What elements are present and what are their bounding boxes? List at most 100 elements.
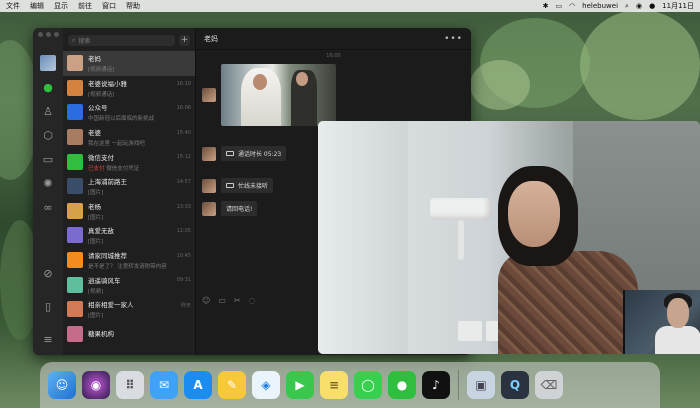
menu-go[interactable]: 前往 <box>78 1 92 11</box>
conversation-text: 老杨 [图片] <box>88 201 172 221</box>
shared-photo[interactable] <box>221 64 336 126</box>
conversation-item[interactable]: 公众号 中国新冠以后面临的新挑战 16:06 <box>63 100 195 125</box>
safari-icon[interactable]: ◈ <box>252 371 280 399</box>
conversation-preview: [图片] <box>88 188 172 196</box>
chat-title: 老妈 <box>204 34 218 43</box>
more-icon[interactable]: ••• <box>444 34 463 44</box>
my-avatar[interactable] <box>40 55 56 71</box>
menu-icon[interactable]: ≡ <box>41 333 55 347</box>
conversation-preview: [视频] <box>88 287 172 295</box>
menubar-date[interactable]: 11月11日 <box>662 1 694 11</box>
wifi-icon[interactable]: ◠ <box>569 2 575 10</box>
siri-icon[interactable]: ● <box>649 2 655 10</box>
bluetooth-icon[interactable]: ✱ <box>543 2 549 10</box>
preview-text: [图片] <box>88 239 104 246</box>
menu-view[interactable]: 显示 <box>54 1 68 11</box>
messages-icon[interactable]: ◯ <box>354 371 382 399</box>
search-input[interactable]: ⌕ 搜索 <box>68 35 175 46</box>
box-icon[interactable]: ⬡ <box>41 129 55 143</box>
notes-icon[interactable]: ≡ <box>320 371 348 399</box>
app-store-icon[interactable]: A <box>184 371 212 399</box>
preview-icon[interactable]: ▣ <box>467 371 495 399</box>
mail-icon[interactable]: ✉ <box>150 371 178 399</box>
minimize-button[interactable] <box>45 32 51 37</box>
battery-icon[interactable]: ▭ <box>555 2 562 10</box>
input-toolbar: ☺ ▭ ✂ ◌ <box>202 296 256 305</box>
menu-help[interactable]: 帮助 <box>126 1 140 11</box>
search-icon[interactable]: ⌕ <box>625 2 629 11</box>
conversation-avatar <box>67 202 83 219</box>
mini-program-icon[interactable]: ⊘ <box>41 267 55 281</box>
file-icon[interactable]: ▭ <box>218 296 226 305</box>
text-bubble[interactable]: 请回电话! <box>221 201 258 216</box>
pen-icon[interactable]: ✎ <box>218 371 246 399</box>
trash-icon[interactable]: ⌫ <box>535 371 563 399</box>
tiktok-icon[interactable]: ♪ <box>422 371 450 399</box>
preview-text: [视频通话] <box>88 91 115 98</box>
conversation-item[interactable]: 上海浦前路王 [图片] 14:57 <box>63 174 195 199</box>
conversation-item[interactable]: 真爱无敌 [图片] 12:05 <box>63 223 195 248</box>
siri-icon[interactable]: ◉ <box>82 371 110 399</box>
conversation-item[interactable]: 老妈 [视频通话] <box>63 51 195 76</box>
conversation-text: 老妈 [视频通话] <box>88 53 186 73</box>
conversation-time: 15:40 <box>176 129 191 136</box>
conversation-name: 微信支付 <box>88 153 114 162</box>
preview-text: 是不是了？ 注意转发请附带内容 <box>88 264 167 271</box>
hair-dryer <box>430 198 492 220</box>
conversation-avatar <box>67 79 83 96</box>
chat-icon[interactable]: ● <box>41 81 55 95</box>
dryer-cord <box>458 220 464 260</box>
add-button[interactable]: + <box>179 35 190 46</box>
folder-icon[interactable]: ▭ <box>41 153 55 167</box>
self-view-video[interactable] <box>623 290 700 354</box>
facetime-icon[interactable]: ▶ <box>286 371 314 399</box>
zoom-button[interactable] <box>53 32 59 37</box>
conversation-time: 16:10 <box>176 80 191 87</box>
conversation-item[interactable]: 相亲相爱一家人 [图片] 昨天 <box>63 297 195 322</box>
scissors-icon[interactable]: ✂ <box>234 296 241 305</box>
video-call-icon <box>226 151 234 156</box>
conversation-item[interactable]: 老婆说福小雅 [视频通话] 16:10 <box>63 76 195 101</box>
conversation-item[interactable]: 请家同城推荐 是不是了？ 注意转发请附带内容 10:45 <box>63 248 195 273</box>
call-bubble[interactable]: 通话时长 05:23 <box>221 146 287 161</box>
conversation-time: 15:12 <box>176 154 191 161</box>
message-timestamp: 16:00 <box>326 53 341 59</box>
conversation-name: 老婆 <box>88 129 101 138</box>
preview-text: [图片] <box>88 190 104 197</box>
conversation-text: 相亲相爱一家人 [图片] <box>88 299 176 319</box>
conversation-item[interactable]: 微信支付 已支付 微信支付凭证 15:12 <box>63 149 195 174</box>
remote-person-body <box>498 251 638 354</box>
moments-icon[interactable]: ✺ <box>41 177 55 191</box>
close-button[interactable] <box>37 32 43 37</box>
conversation-item[interactable]: 逍遥骑风车 [视频] 09:31 <box>63 272 195 297</box>
call-bubble[interactable]: 忙线未接听 <box>221 178 274 193</box>
conversation-item[interactable]: 老婆 我在这里 一起玩游戏吧 15:40 <box>63 125 195 150</box>
dock-separator <box>458 370 459 400</box>
conversation-text: 上海浦前路王 [图片] <box>88 176 172 196</box>
conversation-avatar <box>67 252 83 269</box>
conversation-name: 公众号 <box>88 104 108 113</box>
emoji-icon[interactable]: ☺ <box>202 296 210 305</box>
menu-window[interactable]: 窗口 <box>102 1 116 11</box>
chat-bubble-icon[interactable]: ◌ <box>249 296 256 305</box>
user-name[interactable]: helebuwei <box>582 2 618 10</box>
conversation-item[interactable]: 老杨 [图片] 13:33 <box>63 199 195 224</box>
wechat-icon[interactable]: ● <box>388 371 416 399</box>
preview-text: 微信支付凭证 <box>106 165 140 172</box>
menu-file[interactable]: 文件 <box>6 1 20 11</box>
conversation-list: ⌕ 搜索 + 老妈 [视频通话] 老婆说福小雅 [视频通话] 16:10 公众号 中国新冠以… <box>63 28 196 355</box>
menu-edit[interactable]: 编辑 <box>30 1 44 11</box>
conversation-preview: 我在这里 一起玩游戏吧 <box>88 139 172 147</box>
conversation-text: 公众号 中国新冠以后面临的新挑战 <box>88 102 172 122</box>
quicktime-icon[interactable]: Q <box>501 371 529 399</box>
control-center-icon[interactable]: ◉ <box>636 2 642 10</box>
launchpad-icon[interactable]: ⠿ <box>116 371 144 399</box>
conversation-preview: [图片] <box>88 237 172 245</box>
conversation-text: 微信支付 已支付 微信支付凭证 <box>88 152 172 172</box>
conversation-preview: 中国新冠以后面临的新挑战 <box>88 114 172 122</box>
phone-icon[interactable]: ▯ <box>41 300 55 314</box>
finder-icon[interactable]: ☺ <box>48 371 76 399</box>
channels-icon[interactable]: ∞ <box>41 201 55 215</box>
contacts-icon[interactable]: ♙ <box>41 105 55 119</box>
conversation-item[interactable]: 糖果机构 <box>63 322 195 347</box>
